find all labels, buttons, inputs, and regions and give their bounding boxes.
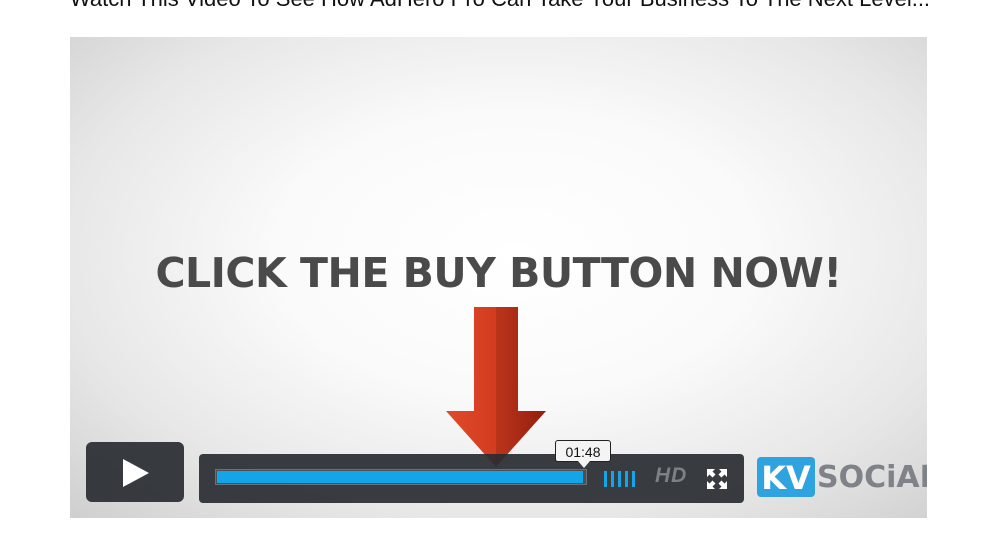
volume-bar xyxy=(632,471,635,487)
video-player[interactable]: CLICK THE BUY BUTTON NOW! 01:48 HD KV SO… xyxy=(70,37,927,518)
progress-fill xyxy=(217,471,584,483)
time-tooltip: 01:48 xyxy=(555,440,611,468)
play-icon xyxy=(123,459,149,487)
down-arrow-icon xyxy=(446,307,546,467)
play-button[interactable] xyxy=(86,442,184,502)
progress-bar[interactable] xyxy=(215,469,587,485)
fullscreen-icon[interactable] xyxy=(707,469,727,489)
control-bar: 01:48 HD xyxy=(199,440,744,503)
volume-bar xyxy=(618,471,621,487)
logo-text: SOCiAL xyxy=(817,460,927,495)
volume-bar xyxy=(625,471,628,487)
hd-button[interactable]: HD xyxy=(655,464,687,488)
volume-bar xyxy=(611,471,614,487)
logo-badge-text: KV xyxy=(761,459,811,497)
page-heading: Watch This Video To See How AdHero Pro C… xyxy=(0,0,1000,12)
volume-control[interactable] xyxy=(604,471,642,487)
video-headline: CLICK THE BUY BUTTON NOW! xyxy=(155,249,842,297)
volume-bar xyxy=(604,471,607,487)
logo-badge: KV xyxy=(757,457,815,497)
